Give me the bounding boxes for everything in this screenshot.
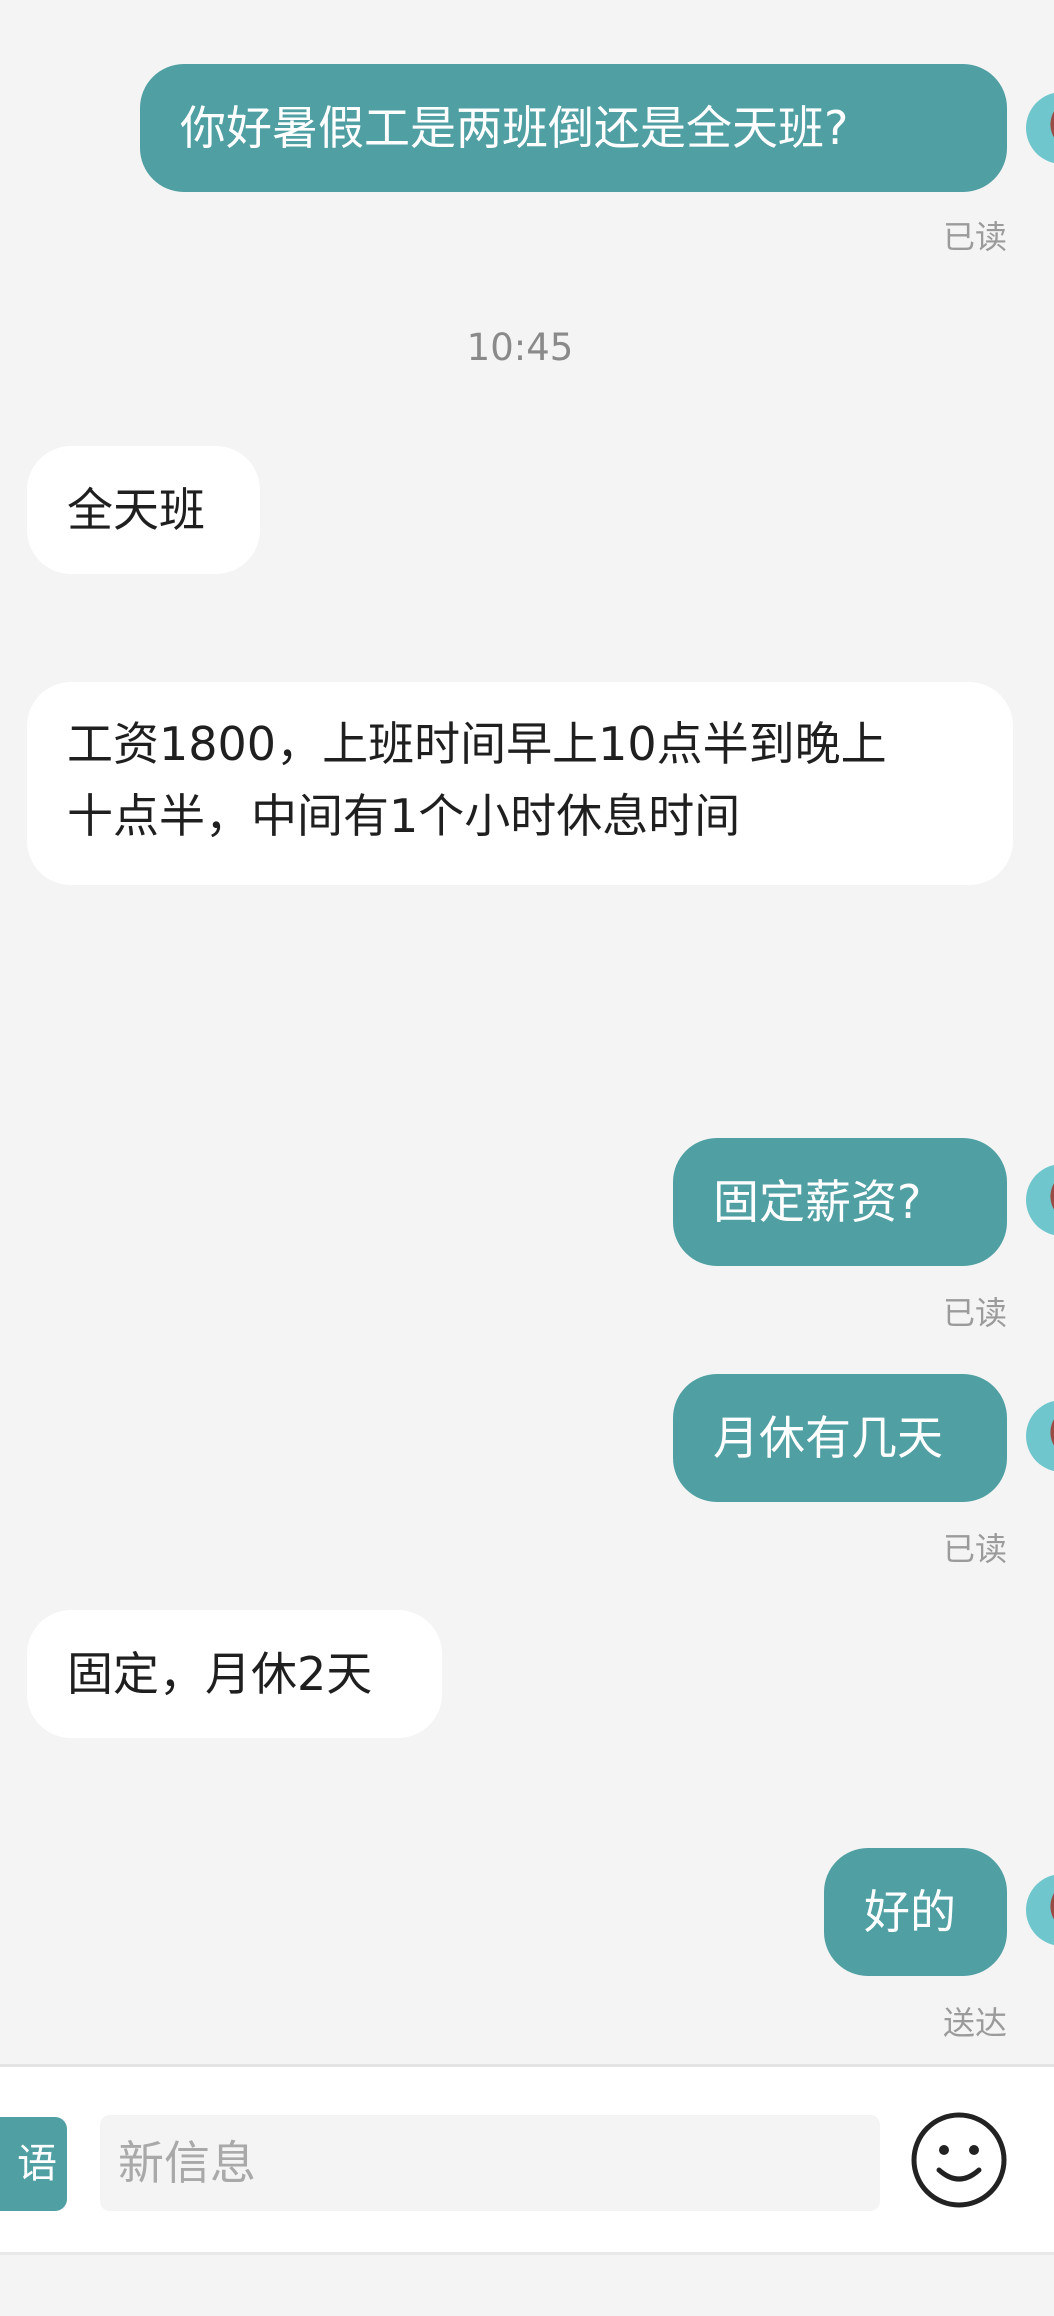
message-text-line: 工资1800，上班时间早上10点半到晚上 <box>67 717 887 771</box>
message-bubble-incoming[interactable]: 全天班 <box>27 446 260 574</box>
avatar[interactable] <box>1026 1874 1054 1946</box>
message-text: 固定，月休2天 <box>67 1647 373 1701</box>
message-text: 月休有几天 <box>713 1411 943 1465</box>
message-input-bar: 语 <box>0 2067 1054 2252</box>
avatar[interactable] <box>1026 1164 1054 1236</box>
bottom-divider <box>0 2252 1054 2255</box>
message-bubble-outgoing[interactable]: 月休有几天 <box>673 1374 1007 1502</box>
read-status: 已读 <box>942 1530 1007 1568</box>
read-status: 已读 <box>942 218 1007 256</box>
message-text: 你好暑假工是两班倒还是全天班? <box>180 101 849 155</box>
message-bubble-outgoing[interactable]: 好的 <box>824 1848 1007 1976</box>
message-bubble-outgoing[interactable]: 固定薪资? <box>673 1138 1007 1266</box>
chat-history[interactable]: 你好暑假工是两班倒还是全天班? 已读 10:45 全天班 工资1800，上班时间… <box>0 0 1054 2064</box>
delivery-status: 送达 <box>942 2004 1007 2042</box>
message-text: 好的 <box>864 1885 956 1939</box>
avatar[interactable] <box>1026 92 1054 164</box>
message-text: 全天班 <box>67 483 205 537</box>
message-text-line: 十点半，中间有1个小时休息时间 <box>67 789 741 843</box>
message-text: 固定薪资? <box>713 1175 922 1229</box>
message-bubble-incoming[interactable]: 工资1800，上班时间早上10点半到晚上 十点半，中间有1个小时休息时间 <box>27 682 1013 885</box>
smiley-face-icon <box>911 2112 1007 2208</box>
emoji-button[interactable] <box>909 2110 1009 2210</box>
message-bubble-outgoing[interactable]: 你好暑假工是两班倒还是全天班? <box>140 64 1007 192</box>
message-bubble-incoming[interactable]: 固定，月休2天 <box>27 1610 442 1738</box>
quick-phrase-button[interactable]: 语 <box>0 2117 67 2211</box>
avatar[interactable] <box>1026 1400 1054 1472</box>
message-timestamp: 10:45 <box>466 326 574 369</box>
read-status: 已读 <box>942 1294 1007 1332</box>
message-input[interactable] <box>100 2115 880 2211</box>
